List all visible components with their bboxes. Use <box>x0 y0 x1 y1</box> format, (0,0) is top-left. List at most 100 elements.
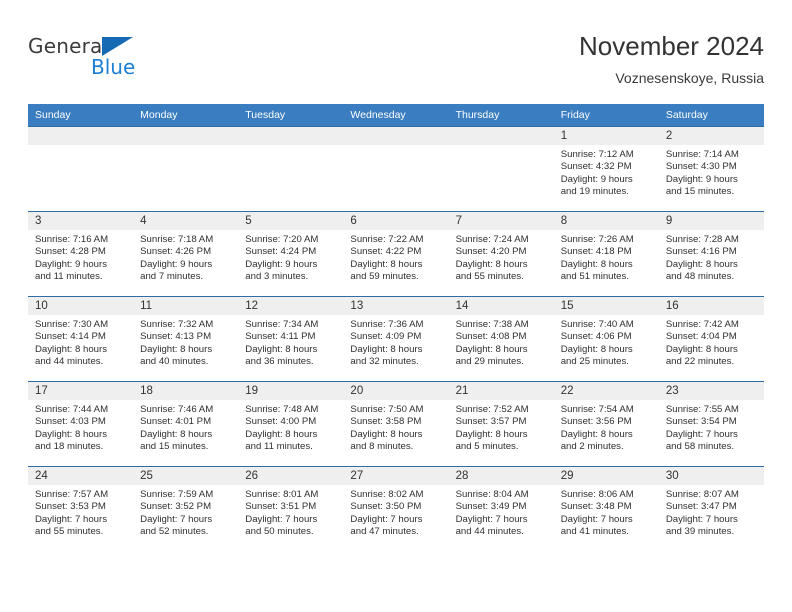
page-title: November 2024 <box>579 31 764 61</box>
daylight-text-line1: Daylight: 8 hours <box>140 343 213 355</box>
daylight-text-line2: and 52 minutes. <box>140 526 209 538</box>
calendar-day[interactable]: 24 Sunrise: 7:57 AM Sunset: 3:53 PM Dayligh… <box>28 466 134 551</box>
daylight-text-line2: and 15 minutes. <box>140 441 209 453</box>
weekday-header-monday: Monday <box>133 104 239 126</box>
sunset-text: Sunset: 4:22 PM <box>350 246 422 258</box>
day-number: 21 <box>448 382 554 400</box>
daylight-text-line2: and 59 minutes. <box>350 271 419 283</box>
daylight-text-line2: and 11 minutes. <box>35 271 103 283</box>
calendar-day[interactable]: 29 Sunrise: 8:06 AM Sunset: 3:48 PM Dayligh… <box>553 466 659 551</box>
calendar-cell: 23 Sunrise: 7:55 AM Sunset: 3:54 PM Dayligh… <box>658 381 764 466</box>
calendar-day[interactable]: 19 Sunrise: 7:48 AM Sunset: 4:00 PM Dayligh… <box>238 381 344 466</box>
calendar-cell <box>343 126 449 211</box>
calendar-day[interactable]: 1 Sunrise: 7:12 AM Sunset: 4:32 PM Daylight… <box>553 126 659 211</box>
calendar-day[interactable]: 20 Sunrise: 7:50 AM Sunset: 3:58 PM Dayligh… <box>343 381 449 466</box>
weekday-header-tuesday: Tuesday <box>238 104 344 126</box>
day-details: Sunrise: 7:22 AM Sunset: 4:22 PM Daylight:… <box>343 230 448 284</box>
daylight-text-line1: Daylight: 8 hours <box>350 428 423 440</box>
daylight-text-line2: and 40 minutes. <box>140 356 209 368</box>
calendar-day[interactable]: 5 Sunrise: 7:20 AM Sunset: 4:24 PM Daylight… <box>238 211 344 296</box>
calendar-day[interactable]: 12 Sunrise: 7:34 AM Sunset: 4:11 PM Dayligh… <box>238 296 344 381</box>
daylight-text-line1: Daylight: 8 hours <box>140 428 213 440</box>
day-number <box>28 127 134 145</box>
calendar-cell <box>238 126 344 211</box>
weekday-header-wednesday: Wednesday <box>343 104 449 126</box>
calendar-day[interactable]: 18 Sunrise: 7:46 AM Sunset: 4:01 PM Dayligh… <box>133 381 239 466</box>
sunset-text: Sunset: 4:20 PM <box>455 246 527 258</box>
calendar-day[interactable]: 9 Sunrise: 7:28 AM Sunset: 4:16 PM Daylight… <box>658 211 764 296</box>
calendar-day[interactable]: 23 Sunrise: 7:55 AM Sunset: 3:54 PM Dayligh… <box>658 381 764 466</box>
day-details: Sunrise: 7:46 AM Sunset: 4:01 PM Daylight:… <box>133 400 238 454</box>
sunset-text: Sunset: 4:06 PM <box>560 331 632 343</box>
daylight-text-line1: Daylight: 8 hours <box>455 428 528 440</box>
daylight-text-line1: Daylight: 7 hours <box>35 513 107 525</box>
calendar-week-row: 10 Sunrise: 7:30 AM Sunset: 4:14 PM Dayligh… <box>28 296 764 381</box>
calendar-day[interactable]: 26 Sunrise: 8:01 AM Sunset: 3:51 PM Dayligh… <box>238 466 344 551</box>
calendar-day[interactable]: 27 Sunrise: 8:02 AM Sunset: 3:50 PM Dayligh… <box>343 466 449 551</box>
calendar-day[interactable]: 28 Sunrise: 8:04 AM Sunset: 3:49 PM Dayligh… <box>448 466 554 551</box>
day-number: 22 <box>553 382 659 400</box>
triangle-icon <box>102 37 133 56</box>
sunset-text: Sunset: 3:53 PM <box>35 501 106 513</box>
sunset-text: Sunset: 3:51 PM <box>245 501 317 513</box>
daylight-text-line2: and 5 minutes. <box>455 441 519 453</box>
calendar-day[interactable]: 17 Sunrise: 7:44 AM Sunset: 4:03 PM Dayligh… <box>28 381 134 466</box>
calendar-day[interactable]: 25 Sunrise: 7:59 AM Sunset: 3:52 PM Dayligh… <box>133 466 239 551</box>
sunset-text: Sunset: 3:52 PM <box>140 501 212 513</box>
brand-name-blue: Blue <box>91 55 136 79</box>
sunrise-text: Sunrise: 7:28 AM <box>665 234 739 245</box>
calendar-day[interactable]: 30 Sunrise: 8:07 AM Sunset: 3:47 PM Dayligh… <box>658 466 764 551</box>
daylight-text-line2: and 55 minutes. <box>35 526 104 538</box>
calendar-day[interactable]: 14 Sunrise: 7:38 AM Sunset: 4:08 PM Dayligh… <box>448 296 554 381</box>
daylight-text-line2: and 29 minutes. <box>455 356 524 368</box>
sunset-text: Sunset: 4:08 PM <box>455 331 527 343</box>
calendar-day[interactable]: 22 Sunrise: 7:54 AM Sunset: 3:56 PM Dayligh… <box>553 381 659 466</box>
calendar-day[interactable]: 6 Sunrise: 7:22 AM Sunset: 4:22 PM Daylight… <box>343 211 449 296</box>
sunrise-text: Sunrise: 7:18 AM <box>140 234 214 245</box>
day-number: 26 <box>238 467 344 485</box>
calendar-day[interactable]: 2 Sunrise: 7:14 AM Sunset: 4:30 PM Daylight… <box>658 126 764 211</box>
day-number: 18 <box>133 382 239 400</box>
daylight-text-line1: Daylight: 9 hours <box>35 258 107 270</box>
calendar-day[interactable]: 21 Sunrise: 7:52 AM Sunset: 3:57 PM Dayligh… <box>448 381 554 466</box>
daylight-text-line1: Daylight: 8 hours <box>350 258 423 270</box>
calendar-day[interactable]: 8 Sunrise: 7:26 AM Sunset: 4:18 PM Daylight… <box>553 211 659 296</box>
day-number: 20 <box>343 382 449 400</box>
sunrise-text: Sunrise: 8:07 AM <box>665 489 739 500</box>
day-details: Sunrise: 7:24 AM Sunset: 4:20 PM Daylight:… <box>449 230 554 284</box>
calendar-week-row: 17 Sunrise: 7:44 AM Sunset: 4:03 PM Dayligh… <box>28 381 764 466</box>
calendar-week-row: 3 Sunrise: 7:16 AM Sunset: 4:28 PM Daylight… <box>28 211 764 296</box>
day-details: Sunrise: 7:26 AM Sunset: 4:18 PM Daylight:… <box>554 230 659 284</box>
sunset-text: Sunset: 4:24 PM <box>245 246 317 258</box>
day-details: Sunrise: 8:07 AM Sunset: 3:47 PM Daylight:… <box>659 485 764 539</box>
day-number: 16 <box>658 297 764 315</box>
day-number <box>133 127 239 145</box>
calendar-cell <box>448 126 554 211</box>
day-number: 19 <box>238 382 344 400</box>
calendar-header-row: Sunday Monday Tuesday Wednesday Thursday… <box>28 104 764 126</box>
brand-logo[interactable]: General Blue <box>28 34 248 90</box>
calendar-day[interactable]: 4 Sunrise: 7:18 AM Sunset: 4:26 PM Daylight… <box>133 211 239 296</box>
sunrise-text: Sunrise: 7:52 AM <box>455 404 529 415</box>
calendar-cell: 26 Sunrise: 8:01 AM Sunset: 3:51 PM Dayligh… <box>238 466 344 551</box>
calendar-day[interactable]: 11 Sunrise: 7:32 AM Sunset: 4:13 PM Dayligh… <box>133 296 239 381</box>
weekday-header-thursday: Thursday <box>448 104 554 126</box>
calendar-day[interactable]: 13 Sunrise: 7:36 AM Sunset: 4:09 PM Dayligh… <box>343 296 449 381</box>
calendar-day[interactable]: 3 Sunrise: 7:16 AM Sunset: 4:28 PM Daylight… <box>28 211 134 296</box>
weekday-header-friday: Friday <box>553 104 659 126</box>
day-details: Sunrise: 7:20 AM Sunset: 4:24 PM Daylight:… <box>238 230 343 284</box>
calendar-day[interactable]: 15 Sunrise: 7:40 AM Sunset: 4:06 PM Dayligh… <box>553 296 659 381</box>
calendar-cell: 1 Sunrise: 7:12 AM Sunset: 4:32 PM Daylight… <box>553 126 659 211</box>
sunset-text: Sunset: 3:47 PM <box>665 501 737 513</box>
calendar-day[interactable]: 7 Sunrise: 7:24 AM Sunset: 4:20 PM Daylight… <box>448 211 554 296</box>
sunrise-text: Sunrise: 8:01 AM <box>245 489 319 500</box>
calendar-day[interactable]: 10 Sunrise: 7:30 AM Sunset: 4:14 PM Dayligh… <box>28 296 134 381</box>
day-details: Sunrise: 7:14 AM Sunset: 4:30 PM Daylight:… <box>659 145 764 199</box>
sunrise-text: Sunrise: 7:32 AM <box>140 319 214 330</box>
sunrise-text: Sunrise: 7:16 AM <box>35 234 109 245</box>
sunrise-text: Sunrise: 7:36 AM <box>350 319 424 330</box>
weekday-header-saturday: Saturday <box>658 104 764 126</box>
daylight-text-line1: Daylight: 8 hours <box>245 428 318 440</box>
calendar-day[interactable]: 16 Sunrise: 7:42 AM Sunset: 4:04 PM Dayligh… <box>658 296 764 381</box>
sunrise-text: Sunrise: 7:42 AM <box>665 319 739 330</box>
